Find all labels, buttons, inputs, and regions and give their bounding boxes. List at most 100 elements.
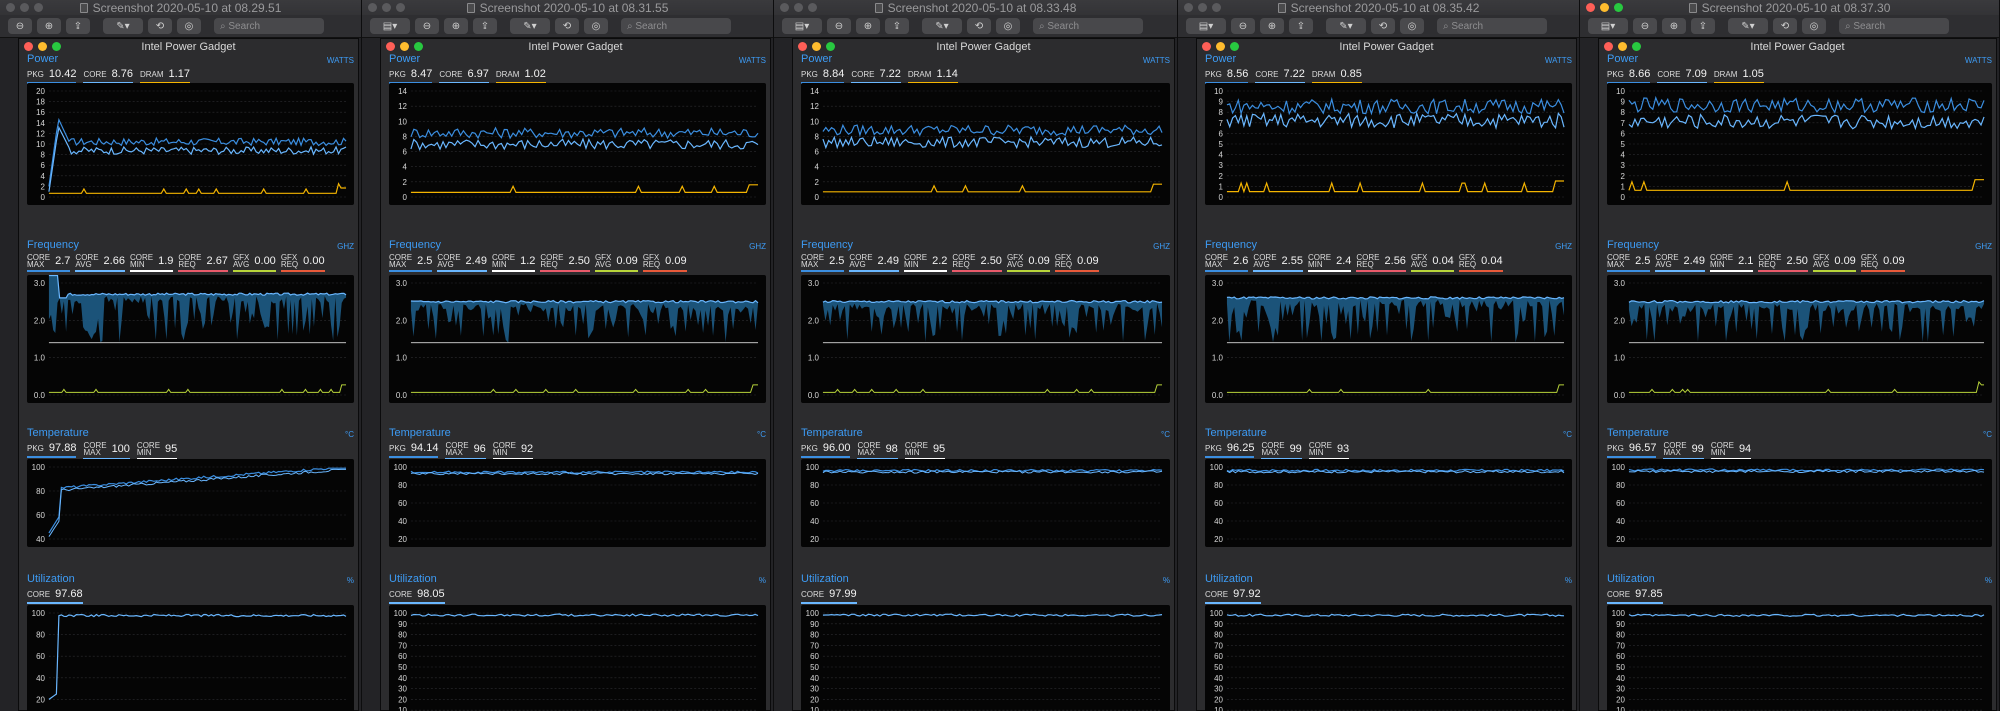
zoom-button[interactable] bbox=[396, 3, 405, 12]
zoom-in-icon[interactable]: ⊕ bbox=[444, 18, 468, 34]
zoom-out-icon[interactable]: ⊖ bbox=[1633, 18, 1657, 34]
markup-icon[interactable]: ◎ bbox=[1802, 18, 1826, 34]
minimize-button[interactable] bbox=[1198, 3, 1207, 12]
frequency-axis-tick: 2.0 bbox=[1614, 316, 1626, 325]
share-icon[interactable]: ⇪ bbox=[66, 18, 90, 34]
rotate-icon[interactable]: ⟲ bbox=[1371, 18, 1395, 34]
close-button[interactable] bbox=[368, 3, 377, 12]
share-icon[interactable]: ⇪ bbox=[885, 18, 909, 34]
utilization-axis-tick: 10 bbox=[398, 706, 407, 711]
core-frequency-band bbox=[822, 300, 1163, 342]
zoom-button[interactable] bbox=[808, 3, 817, 12]
window-controls[interactable] bbox=[24, 42, 61, 51]
close-button[interactable] bbox=[1202, 42, 1211, 51]
window-controls[interactable] bbox=[6, 3, 43, 12]
rotate-icon[interactable]: ⟲ bbox=[1773, 18, 1797, 34]
zoom-button[interactable] bbox=[52, 42, 61, 51]
util-core: CORE 97.92 bbox=[1205, 588, 1261, 604]
zoom-button[interactable] bbox=[1632, 42, 1641, 51]
utilization-axis-tick: 90 bbox=[810, 620, 819, 629]
minimize-button[interactable] bbox=[794, 3, 803, 12]
minimize-button[interactable] bbox=[400, 42, 409, 51]
power-pkg: PKG 8.56 bbox=[1205, 68, 1249, 84]
zoom-in-icon[interactable]: ⊕ bbox=[856, 18, 880, 34]
markup-pen-icon[interactable]: ✎▾ bbox=[510, 18, 550, 34]
search-field[interactable]: ⌕ Search bbox=[214, 18, 324, 34]
search-field[interactable]: ⌕ Search bbox=[1437, 18, 1547, 34]
zoom-button[interactable] bbox=[1212, 3, 1221, 12]
close-button[interactable] bbox=[780, 3, 789, 12]
preview-toolbar: ▤▾ ⊖ ⊕ ⇪ ✎▾ ⟲ ◎ ⌕ Search bbox=[362, 15, 773, 38]
frequency-stats: CORE MAX 2.5 CORE AVG 2.49 CORE MIN 2.2 CORE R… bbox=[801, 253, 1170, 272]
zoom-button[interactable] bbox=[1230, 42, 1239, 51]
window-controls[interactable] bbox=[1184, 3, 1221, 12]
share-icon[interactable]: ⇪ bbox=[473, 18, 497, 34]
markup-pen-icon[interactable]: ✎▾ bbox=[103, 18, 143, 34]
share-icon[interactable]: ⇪ bbox=[1289, 18, 1313, 34]
zoom-in-icon[interactable]: ⊕ bbox=[1260, 18, 1284, 34]
minimize-button[interactable] bbox=[812, 42, 821, 51]
rotate-icon[interactable]: ⟲ bbox=[148, 18, 172, 34]
frequency-axis-tick: 1.0 bbox=[34, 354, 46, 363]
zoom-button[interactable] bbox=[1614, 3, 1623, 12]
window-controls[interactable] bbox=[1586, 3, 1623, 12]
share-icon[interactable]: ⇪ bbox=[1691, 18, 1715, 34]
window-controls[interactable] bbox=[780, 3, 817, 12]
minimize-button[interactable] bbox=[38, 42, 47, 51]
zoom-button[interactable] bbox=[414, 42, 423, 51]
utilization-unit: % bbox=[1564, 576, 1572, 585]
markup-icon[interactable]: ◎ bbox=[584, 18, 608, 34]
close-button[interactable] bbox=[1604, 42, 1613, 51]
close-button[interactable] bbox=[1184, 3, 1193, 12]
temperature-section: Temperature °C PKG 94.14 CORE MAX 96 CORE MIN 9… bbox=[389, 427, 766, 547]
close-button[interactable] bbox=[1586, 3, 1595, 12]
freq-core-min-label: CORE MIN bbox=[903, 253, 928, 269]
markup-pen-icon[interactable]: ✎▾ bbox=[1728, 18, 1768, 34]
temp-pkg-value: 96.25 bbox=[1226, 442, 1255, 454]
window-controls[interactable] bbox=[386, 42, 423, 51]
window-controls[interactable] bbox=[368, 3, 405, 12]
window-controls[interactable] bbox=[1202, 42, 1239, 51]
rotate-icon[interactable]: ⟲ bbox=[555, 18, 579, 34]
window-controls[interactable] bbox=[798, 42, 835, 51]
markup-pen-icon[interactable]: ✎▾ bbox=[922, 18, 962, 34]
search-field[interactable]: ⌕ Search bbox=[1839, 18, 1949, 34]
zoom-in-icon[interactable]: ⊕ bbox=[37, 18, 61, 34]
zoom-out-icon[interactable]: ⊖ bbox=[8, 18, 32, 34]
util-core-value: 97.85 bbox=[1635, 588, 1663, 600]
sidebar-toggle-button[interactable]: ▤▾ bbox=[782, 18, 822, 34]
sidebar-toggle-button[interactable]: ▤▾ bbox=[370, 18, 410, 34]
sidebar-toggle-button[interactable]: ▤▾ bbox=[1186, 18, 1226, 34]
minimize-button[interactable] bbox=[20, 3, 29, 12]
close-button[interactable] bbox=[6, 3, 15, 12]
minimize-button[interactable] bbox=[1216, 42, 1225, 51]
window-controls[interactable] bbox=[1604, 42, 1641, 51]
markup-icon[interactable]: ◎ bbox=[1400, 18, 1424, 34]
zoom-button[interactable] bbox=[34, 3, 43, 12]
minimize-button[interactable] bbox=[1600, 3, 1609, 12]
zoom-in-icon[interactable]: ⊕ bbox=[1662, 18, 1686, 34]
document-icon bbox=[79, 2, 88, 13]
frequency-chart: 3.0 2.0 1.0 0.0 bbox=[34, 275, 347, 400]
temperature-unit: °C bbox=[1161, 430, 1170, 439]
close-button[interactable] bbox=[798, 42, 807, 51]
temperature-section: Temperature °C PKG 96.25 CORE MAX 99 CORE MIN 9… bbox=[1205, 427, 1572, 547]
zoom-out-icon[interactable]: ⊖ bbox=[415, 18, 439, 34]
zoom-out-icon[interactable]: ⊖ bbox=[827, 18, 851, 34]
rotate-icon[interactable]: ⟲ bbox=[967, 18, 991, 34]
markup-icon[interactable]: ◎ bbox=[996, 18, 1020, 34]
freq-core-max: CORE MAX 2.5 bbox=[801, 254, 845, 272]
sidebar-toggle-button[interactable]: ▤▾ bbox=[1588, 18, 1628, 34]
utilization-axis-tick: 80 bbox=[1214, 631, 1223, 640]
minimize-button[interactable] bbox=[1618, 42, 1627, 51]
search-field[interactable]: ⌕ Search bbox=[1033, 18, 1143, 34]
zoom-button[interactable] bbox=[826, 42, 835, 51]
close-button[interactable] bbox=[386, 42, 395, 51]
zoom-out-icon[interactable]: ⊖ bbox=[1231, 18, 1255, 34]
markup-pen-icon[interactable]: ✎▾ bbox=[1326, 18, 1366, 34]
freq-core-max: CORE MAX 2.7 bbox=[27, 254, 71, 272]
minimize-button[interactable] bbox=[382, 3, 391, 12]
markup-icon[interactable]: ◎ bbox=[177, 18, 201, 34]
close-button[interactable] bbox=[24, 42, 33, 51]
search-field[interactable]: ⌕ Search bbox=[621, 18, 731, 34]
